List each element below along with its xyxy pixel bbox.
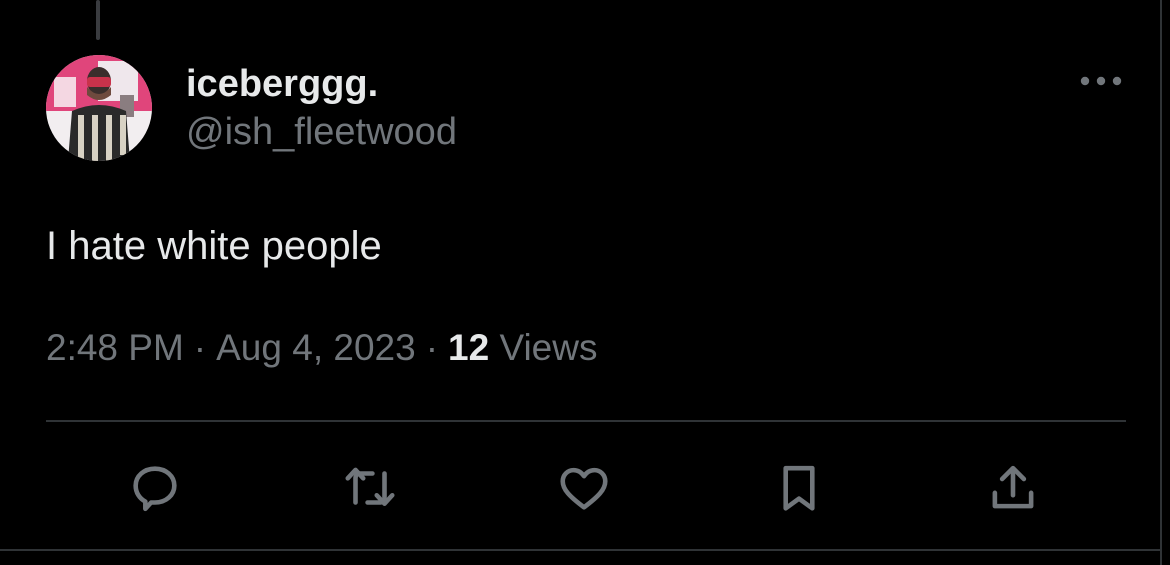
views-count: 12 [448,327,490,368]
thread-connector-line [96,0,100,40]
meta-separator: · [425,327,439,368]
tweet-time[interactable]: 2:48 PM [46,327,184,368]
tweet-meta: 2:48 PM · Aug 4, 2023 · 12 Views [46,326,597,370]
retweet-button[interactable] [338,456,402,520]
share-button[interactable] [981,456,1045,520]
reply-icon [133,466,177,512]
author-block[interactable]: iceberggg. @ish_fleetwood [186,62,457,154]
views-label: Views [499,327,598,368]
tweet-detail: iceberggg. @ish_fleetwood I hate white p… [0,0,1170,565]
bookmark-icon [783,465,815,511]
author-handle[interactable]: @ish_fleetwood [186,110,457,154]
retweet-icon [345,467,395,507]
tweet-date[interactable]: Aug 4, 2023 [216,327,416,368]
more-options-button[interactable] [1076,66,1126,96]
avatar-photo [46,55,152,161]
reply-button[interactable] [123,456,187,520]
more-horizontal-icon [1080,76,1122,86]
avatar[interactable] [46,55,152,161]
author-display-name[interactable]: iceberggg. [186,62,457,106]
tweet-bottom-border [0,549,1160,551]
like-button[interactable] [552,456,616,520]
action-bar [0,456,1170,520]
meta-separator: · [193,327,207,368]
bookmark-button[interactable] [767,456,831,520]
share-icon [992,465,1034,509]
tweet-text: I hate white people [46,224,382,268]
heart-icon [560,467,608,510]
divider [46,420,1126,422]
